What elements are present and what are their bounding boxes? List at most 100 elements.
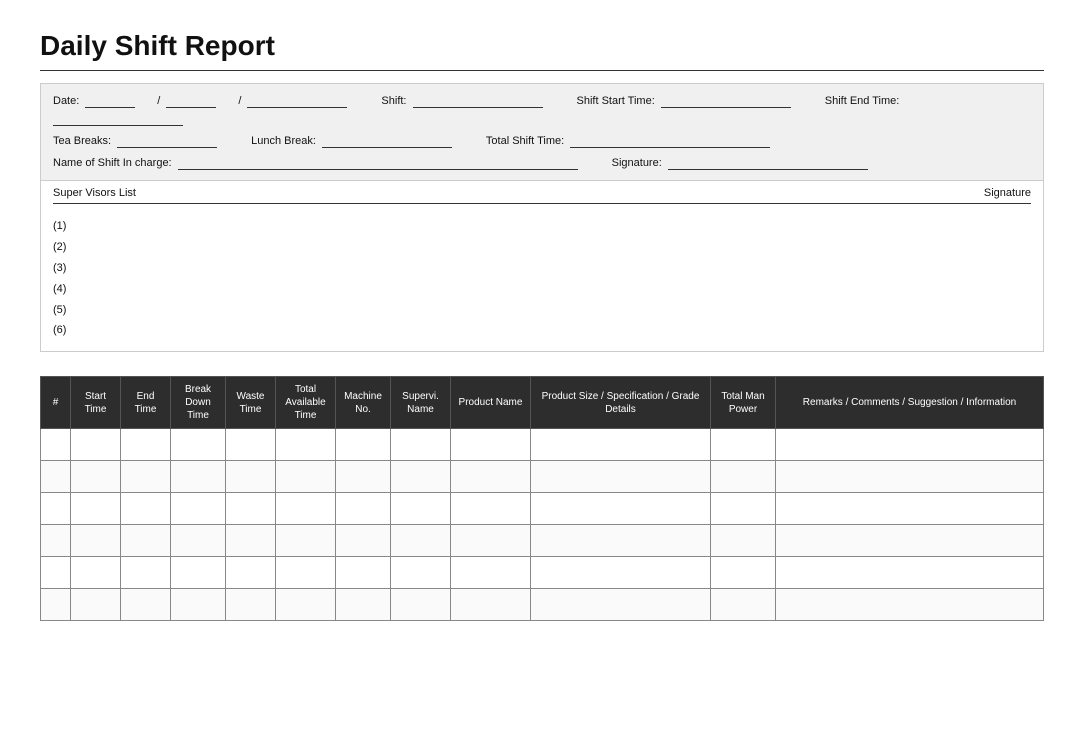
- cell[interactable]: [336, 557, 391, 589]
- shift-value[interactable]: [413, 94, 543, 108]
- cell[interactable]: [711, 429, 776, 461]
- cell[interactable]: [171, 589, 226, 621]
- cell[interactable]: [121, 493, 171, 525]
- cell[interactable]: [776, 493, 1044, 525]
- cell[interactable]: [276, 589, 336, 621]
- cell[interactable]: [41, 429, 71, 461]
- shift-end-value[interactable]: [53, 112, 183, 126]
- page-title: Daily Shift Report: [40, 30, 1044, 62]
- cell[interactable]: [71, 525, 121, 557]
- cell[interactable]: [171, 429, 226, 461]
- cell[interactable]: [226, 429, 276, 461]
- col-header-start-time: Start Time: [71, 377, 121, 429]
- cell[interactable]: [71, 429, 121, 461]
- name-label: Name of Shift In charge:: [53, 157, 172, 169]
- cell[interactable]: [711, 589, 776, 621]
- col-header-break-down-time: Break Down Time: [171, 377, 226, 429]
- cell[interactable]: [121, 461, 171, 493]
- total-shift-value[interactable]: [570, 134, 770, 148]
- date-year[interactable]: [247, 94, 347, 108]
- title-divider: [40, 70, 1044, 71]
- cell[interactable]: [226, 461, 276, 493]
- cell[interactable]: [41, 461, 71, 493]
- cell[interactable]: [391, 429, 451, 461]
- cell[interactable]: [711, 493, 776, 525]
- cell[interactable]: [226, 525, 276, 557]
- supervisor-item-2: (2): [53, 237, 1031, 258]
- cell[interactable]: [121, 429, 171, 461]
- cell[interactable]: [776, 525, 1044, 557]
- cell[interactable]: [121, 525, 171, 557]
- table-row: [41, 589, 1044, 621]
- supervisors-list-label: Super Visors List: [53, 187, 136, 199]
- cell[interactable]: [776, 461, 1044, 493]
- cell[interactable]: [71, 493, 121, 525]
- cell[interactable]: [531, 557, 711, 589]
- cell[interactable]: [71, 461, 121, 493]
- col-header-machine-no: Machine No.: [336, 377, 391, 429]
- cell[interactable]: [776, 557, 1044, 589]
- cell[interactable]: [71, 589, 121, 621]
- cell[interactable]: [391, 493, 451, 525]
- cell[interactable]: [226, 557, 276, 589]
- date-day[interactable]: [85, 94, 135, 108]
- supervisor-item-1: (1): [53, 216, 1031, 237]
- supervisors-signature-label: Signature: [984, 187, 1031, 199]
- cell[interactable]: [41, 589, 71, 621]
- cell[interactable]: [451, 557, 531, 589]
- cell[interactable]: [451, 493, 531, 525]
- cell[interactable]: [71, 557, 121, 589]
- signature-value[interactable]: [668, 156, 868, 170]
- cell[interactable]: [531, 429, 711, 461]
- cell[interactable]: [41, 493, 71, 525]
- cell[interactable]: [41, 525, 71, 557]
- col-header-product-size: Product Size / Specification / Grade Det…: [531, 377, 711, 429]
- cell[interactable]: [276, 493, 336, 525]
- date-month[interactable]: [166, 94, 216, 108]
- cell[interactable]: [226, 589, 276, 621]
- cell[interactable]: [451, 525, 531, 557]
- cell[interactable]: [711, 461, 776, 493]
- cell[interactable]: [711, 557, 776, 589]
- cell[interactable]: [336, 589, 391, 621]
- cell[interactable]: [276, 525, 336, 557]
- cell[interactable]: [171, 557, 226, 589]
- name-value[interactable]: [178, 156, 578, 170]
- cell[interactable]: [451, 461, 531, 493]
- cell[interactable]: [336, 429, 391, 461]
- cell[interactable]: [391, 461, 451, 493]
- cell[interactable]: [41, 557, 71, 589]
- shift-start-value[interactable]: [661, 94, 791, 108]
- cell[interactable]: [336, 493, 391, 525]
- col-header-total-man-power: Total Man Power: [711, 377, 776, 429]
- tea-breaks-value[interactable]: [117, 134, 217, 148]
- cell[interactable]: [531, 493, 711, 525]
- cell[interactable]: [121, 589, 171, 621]
- cell[interactable]: [531, 525, 711, 557]
- cell[interactable]: [171, 461, 226, 493]
- cell[interactable]: [391, 589, 451, 621]
- col-header-end-time: End Time: [121, 377, 171, 429]
- cell[interactable]: [171, 525, 226, 557]
- cell[interactable]: [336, 461, 391, 493]
- cell[interactable]: [226, 493, 276, 525]
- cell[interactable]: [776, 429, 1044, 461]
- cell[interactable]: [531, 461, 711, 493]
- cell[interactable]: [336, 525, 391, 557]
- cell[interactable]: [531, 589, 711, 621]
- col-header-remarks: Remarks / Comments / Suggestion / Inform…: [776, 377, 1044, 429]
- cell[interactable]: [171, 493, 226, 525]
- cell[interactable]: [711, 525, 776, 557]
- lunch-break-value[interactable]: [322, 134, 452, 148]
- cell[interactable]: [391, 557, 451, 589]
- cell[interactable]: [276, 461, 336, 493]
- cell[interactable]: [451, 589, 531, 621]
- cell[interactable]: [276, 429, 336, 461]
- supervisor-item-3: (3): [53, 258, 1031, 279]
- cell[interactable]: [391, 525, 451, 557]
- cell[interactable]: [451, 429, 531, 461]
- supervisor-item-4: (4): [53, 279, 1031, 300]
- cell[interactable]: [276, 557, 336, 589]
- cell[interactable]: [121, 557, 171, 589]
- cell[interactable]: [776, 589, 1044, 621]
